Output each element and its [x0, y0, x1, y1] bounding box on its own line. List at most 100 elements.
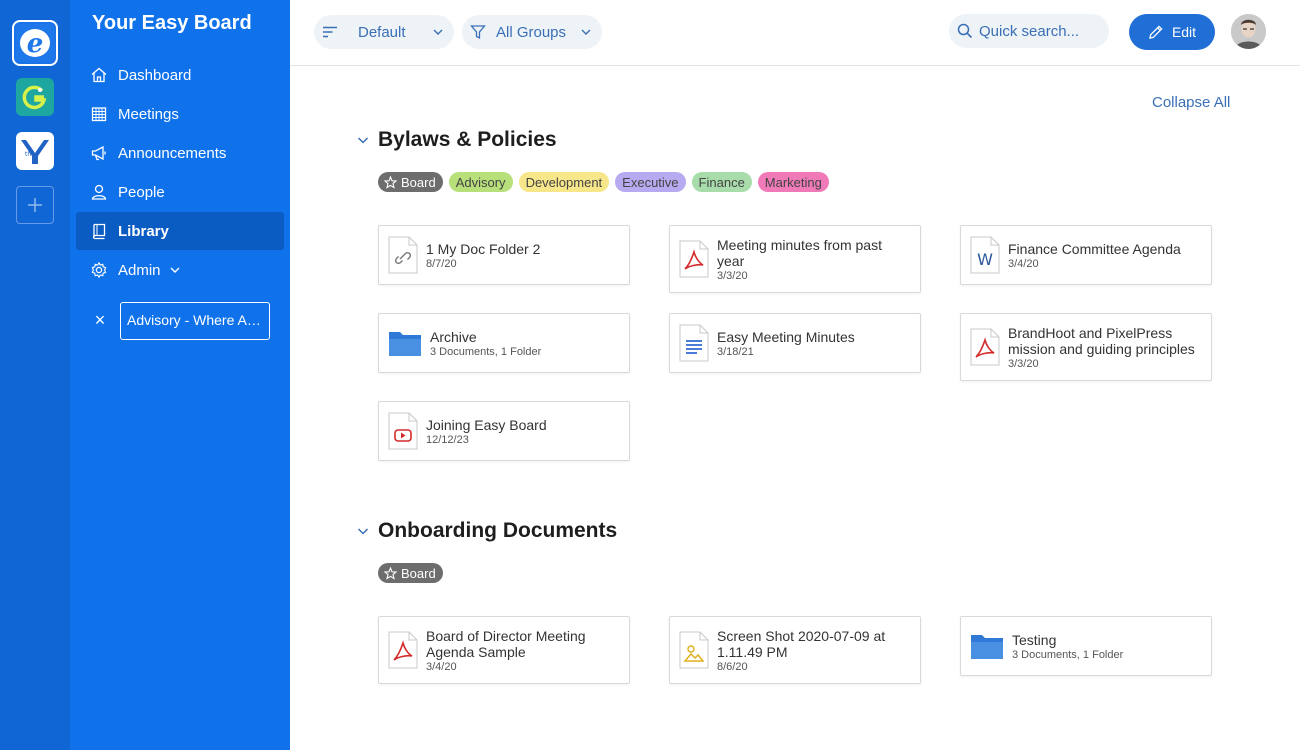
chevron-down-icon: [432, 26, 444, 38]
library-item-card[interactable]: W Finance Committee Agenda 3/4/20: [960, 225, 1212, 285]
org-switcher-rail: e the: [0, 0, 70, 750]
g-org-logo-icon: [22, 85, 47, 110]
tag-executive: Executive: [615, 172, 686, 192]
person-icon: [90, 183, 108, 201]
pencil-icon: [1148, 24, 1164, 40]
user-photo-icon: [1231, 14, 1266, 49]
gear-icon: [90, 261, 108, 279]
sidebar-item-meetings[interactable]: Meetings: [76, 95, 284, 133]
item-meta: 3 Documents, 1 Folder: [1012, 648, 1124, 661]
org-g-tile[interactable]: [16, 78, 54, 116]
tag-advisory: Advisory: [448, 172, 513, 192]
word-file-icon: W: [970, 236, 1000, 274]
org-easy-board-tile[interactable]: e: [12, 20, 58, 66]
section-header-onboarding[interactable]: Onboarding Documents: [356, 519, 617, 543]
svg-text:the: the: [25, 151, 35, 158]
org-ymca-tile[interactable]: the: [16, 132, 54, 170]
sort-icon: [322, 24, 338, 40]
star-icon: [384, 566, 397, 580]
tag-board: Board: [378, 563, 443, 583]
chevron-down-icon: [356, 133, 372, 147]
section-title: Onboarding Documents: [378, 519, 618, 542]
add-org-button[interactable]: [16, 186, 54, 224]
document-file-icon: [679, 324, 709, 362]
section-header-bylaws[interactable]: Bylaws & Policies: [356, 128, 557, 152]
item-name: 1 My Doc Folder 2: [426, 240, 541, 257]
sidebar-item-people[interactable]: People: [76, 173, 284, 211]
library-item-card[interactable]: BrandHoot and PixelPress mission and gui…: [960, 313, 1212, 381]
item-date: 8/7/20: [426, 257, 457, 270]
user-avatar[interactable]: [1231, 14, 1266, 49]
app-root: e the Your Easy Board Dashboard Meetings…: [0, 0, 1300, 750]
edit-label: Edit: [1171, 24, 1197, 40]
pdf-file-icon: [679, 240, 709, 278]
sidebar: Your Easy Board Dashboard Meetings Annou…: [70, 0, 290, 750]
library-item-card[interactable]: Easy Meeting Minutes 3/18/21: [669, 313, 921, 373]
board-title[interactable]: Your Easy Board: [92, 12, 252, 35]
item-name: Testing: [1012, 631, 1057, 648]
sidebar-item-label: Meetings: [118, 105, 179, 123]
item-date: 12/12/23: [426, 433, 469, 446]
folder-icon: [971, 635, 1003, 659]
link-file-icon: [388, 236, 418, 274]
section-title: Bylaws & Policies: [378, 128, 557, 151]
collapse-all-link[interactable]: Collapse All: [1152, 94, 1230, 111]
tag-marketing: Marketing: [757, 172, 829, 192]
sort-label: Default: [358, 23, 406, 41]
sidebar-item-admin[interactable]: Admin: [76, 251, 284, 289]
library-folder-card[interactable]: Testing 3 Documents, 1 Folder: [960, 616, 1212, 676]
home-icon: [90, 66, 108, 84]
group-filter-label: All Groups: [496, 23, 567, 41]
item-name: Joining Easy Board: [426, 416, 547, 433]
book-icon: [90, 222, 108, 240]
item-date: 3/4/20: [1008, 257, 1039, 270]
tag-finance: Finance: [691, 172, 752, 192]
svg-text:e: e: [27, 29, 44, 59]
library-item-card[interactable]: 1 My Doc Folder 2 8/7/20: [378, 225, 630, 285]
item-name: Easy Meeting Minutes: [717, 328, 855, 345]
pinned-workspace-link[interactable]: Advisory - Where Are We: [120, 302, 270, 340]
plus-icon: [28, 198, 42, 212]
filter-icon: [470, 24, 486, 40]
ymca-logo-icon: the: [21, 140, 49, 164]
sidebar-item-announcements[interactable]: Announcements: [76, 134, 284, 172]
sidebar-item-label: Dashboard: [118, 66, 192, 84]
folder-icon: [389, 332, 421, 356]
svg-text:W: W: [977, 250, 993, 269]
library-item-card[interactable]: Meeting minutes from past year 3/3/20: [669, 225, 921, 293]
library-item-card[interactable]: Board of Director Meeting Agenda Sample …: [378, 616, 630, 684]
item-name: Board of Director Meeting Agenda Sample: [426, 627, 586, 660]
sort-dropdown[interactable]: Default: [314, 15, 454, 49]
search-icon: [957, 23, 973, 39]
sidebar-item-library[interactable]: Library: [76, 212, 284, 250]
image-file-icon: [679, 631, 709, 669]
pdf-file-icon: [388, 631, 418, 669]
chevron-down-icon: [169, 264, 181, 276]
sidebar-item-label: Library: [118, 222, 169, 240]
megaphone-icon: [90, 144, 108, 162]
easy-board-logo-icon: e: [20, 29, 50, 59]
sidebar-item-label: Admin: [118, 261, 161, 279]
search-placeholder: Quick search...: [979, 22, 1080, 40]
item-name: Archive: [430, 328, 477, 345]
item-date: 3/3/20: [717, 269, 748, 282]
item-date: 3/3/20: [1008, 357, 1039, 370]
section-tags: Board: [378, 563, 443, 583]
chevron-down-icon: [356, 524, 372, 538]
item-name: BrandHoot and PixelPress mission and gui…: [1008, 324, 1195, 357]
sidebar-item-dashboard[interactable]: Dashboard: [76, 56, 284, 94]
video-file-icon: [388, 412, 418, 450]
quick-search-input[interactable]: Quick search...: [949, 14, 1109, 48]
pdf-file-icon: [970, 328, 1000, 366]
close-pinned-icon[interactable]: ×: [92, 310, 108, 330]
library-item-card[interactable]: Joining Easy Board 12/12/23: [378, 401, 630, 461]
tag-board: Board: [378, 172, 443, 192]
group-filter-dropdown[interactable]: All Groups: [462, 15, 602, 49]
item-date: 3/4/20: [426, 660, 457, 673]
library-item-card[interactable]: Screen Shot 2020-07-09 at 1.11.49 PM 8/6…: [669, 616, 921, 684]
section-tags: Board Advisory Development Executive Fin…: [378, 172, 829, 192]
edit-button[interactable]: Edit: [1129, 14, 1215, 50]
library-folder-card[interactable]: Archive 3 Documents, 1 Folder: [378, 313, 630, 373]
item-date: 8/6/20: [717, 660, 748, 673]
item-date: 3/18/21: [717, 345, 754, 358]
